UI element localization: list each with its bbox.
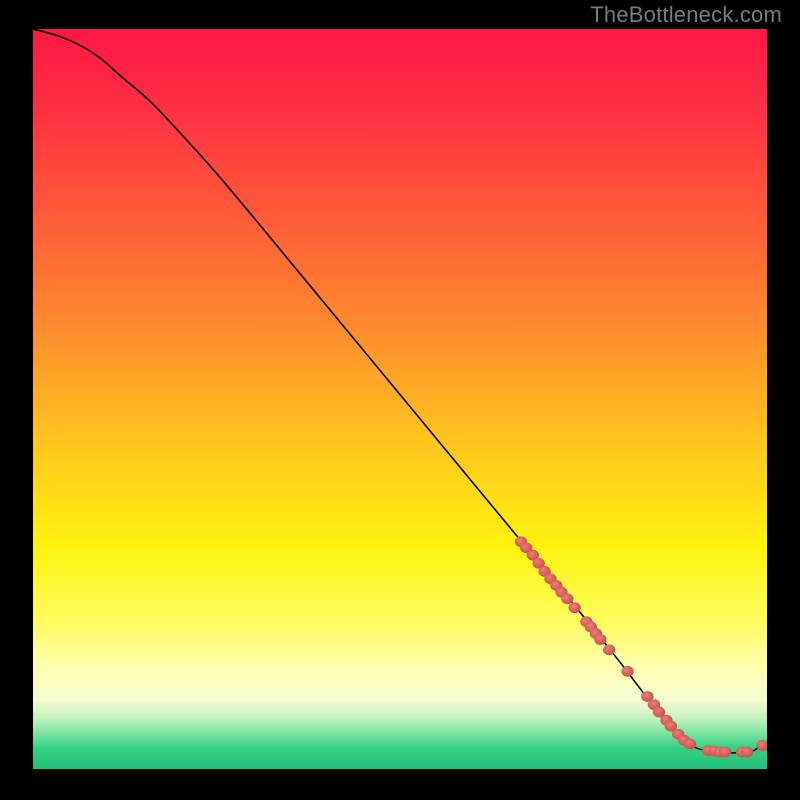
highlight-dot: [621, 666, 633, 677]
plot-area: [33, 29, 767, 769]
chart-stage: TheBottleneck.com: [0, 0, 800, 800]
highlight-dot: [568, 602, 580, 613]
highlight-dot: [741, 747, 753, 758]
highlight-dot: [561, 593, 573, 604]
highlight-dot: [719, 747, 731, 758]
gradient-background: [33, 29, 767, 769]
chart-svg: [33, 29, 767, 769]
attribution-label: TheBottleneck.com: [590, 2, 782, 28]
highlight-dot: [603, 644, 615, 655]
highlight-dot: [684, 738, 696, 749]
highlight-dot: [594, 634, 606, 645]
